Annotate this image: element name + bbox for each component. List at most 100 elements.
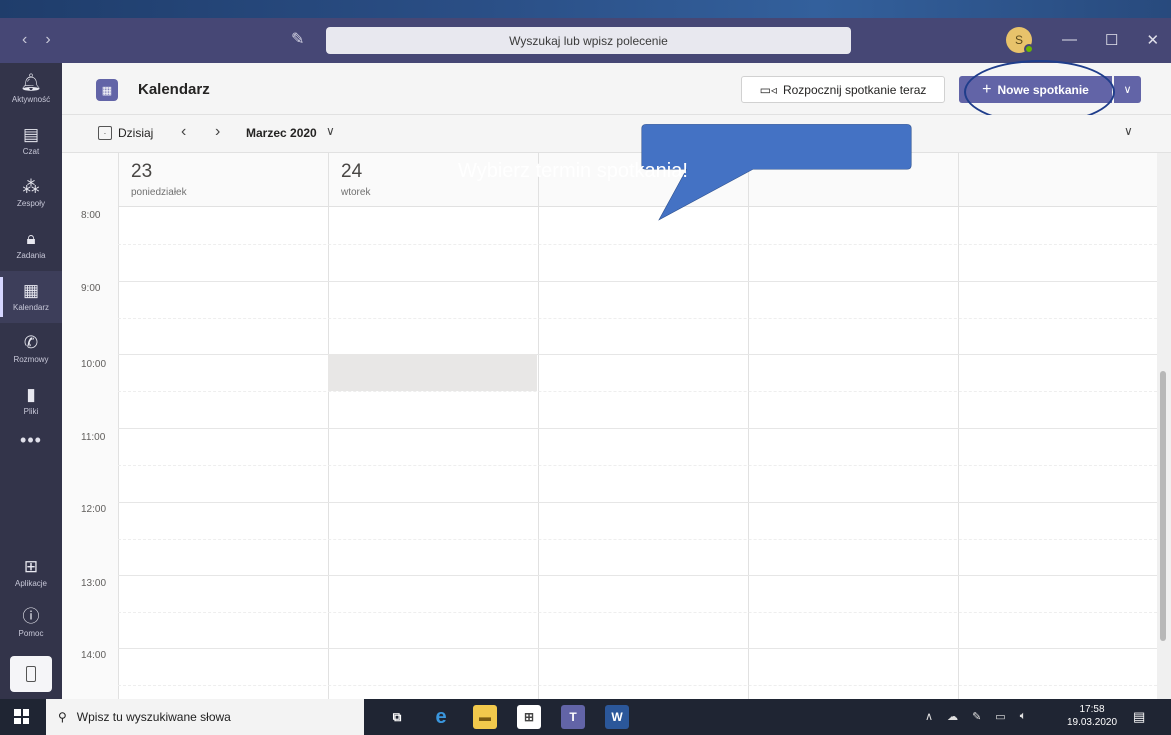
selected-time-slot[interactable] xyxy=(328,354,537,391)
chevron-down-icon[interactable]: ∨ xyxy=(326,124,335,138)
time-label: 12:00 xyxy=(81,504,107,515)
windows-start-icon[interactable] xyxy=(14,709,29,724)
calendar-icon: ▦ xyxy=(22,281,40,300)
day-name: wtorek xyxy=(341,187,371,198)
scrollbar-thumb[interactable] xyxy=(1160,371,1166,641)
taskbar-clock[interactable]: 17:58 19.03.2020 xyxy=(1066,703,1118,729)
rail-item-label: Aplikacje xyxy=(14,579,47,588)
title-bar: ‹ › ✎ Wyszukaj lub wpisz polecenie S — ☐… xyxy=(0,18,1171,63)
windows-taskbar: ⚲ Wpisz tu wyszukiwane słowa ⧉ e ▬ ⊞ T W… xyxy=(0,699,1171,735)
back-arrow-icon[interactable]: ‹ xyxy=(22,31,27,49)
desktop-background xyxy=(0,0,1171,18)
time-label: 9:00 xyxy=(81,283,101,294)
previous-week-icon[interactable]: ‹ xyxy=(181,123,186,141)
battery-icon[interactable]: ▭ xyxy=(995,710,1005,723)
day-number: 24 xyxy=(341,161,363,182)
time-label: 13:00 xyxy=(81,578,107,589)
rail-item-calendar[interactable]: ▦ Kalendarz xyxy=(0,271,62,323)
half-hour-line xyxy=(118,685,1157,686)
more-apps-icon[interactable]: ••• xyxy=(0,430,62,451)
notification-center-icon[interactable]: ▤ xyxy=(1133,709,1145,725)
search-icon: ⚲ xyxy=(58,710,67,724)
close-icon[interactable]: ✕ xyxy=(1146,31,1159,49)
rail-item-teams[interactable]: ⁂ Zespoły xyxy=(0,167,62,219)
bell-icon: 🔔︎ xyxy=(20,73,42,92)
rail-item-label: Pomoc xyxy=(18,629,44,638)
command-search-input[interactable]: Wyszukaj lub wpisz polecenie xyxy=(326,27,851,54)
day-header[interactable]: 23 poniedziałek xyxy=(118,153,328,207)
taskbar-search-input[interactable]: ⚲ Wpisz tu wyszukiwane słowa xyxy=(46,699,364,735)
phone-icon: ✆ xyxy=(23,333,39,352)
minimize-icon[interactable]: — xyxy=(1062,31,1077,49)
task-view-icon[interactable]: ⧉ xyxy=(385,705,409,729)
today-button[interactable]: · Dzisiaj xyxy=(98,126,153,140)
hour-line xyxy=(118,648,1157,649)
rail-item-calls[interactable]: ✆ Rozmowy xyxy=(0,323,62,375)
system-tray: ∧ ☁ ✎ ▭ 🔈︎ xyxy=(925,710,1026,723)
hour-line xyxy=(118,428,1157,429)
day-name: poniedziałek xyxy=(131,187,187,198)
word-icon[interactable]: W xyxy=(605,705,629,729)
file-explorer-icon[interactable]: ▬ xyxy=(473,705,497,729)
compose-icon[interactable]: ✎ xyxy=(291,29,304,49)
mobile-app-button[interactable] xyxy=(10,656,52,692)
new-meeting-dropdown-button[interactable]: ∨ xyxy=(1114,76,1141,103)
rail-item-label: Czat xyxy=(22,147,40,156)
presence-status-icon xyxy=(1024,44,1034,54)
teams-taskbar-icon[interactable]: T xyxy=(561,705,585,729)
clock-date: 19.03.2020 xyxy=(1066,717,1118,728)
history-nav: ‹ › xyxy=(22,31,51,49)
day-number: 23 xyxy=(131,161,153,182)
tasks-icon: 🔒︎ xyxy=(26,229,36,248)
file-icon: ▮ xyxy=(26,385,36,404)
pen-icon[interactable]: ✎ xyxy=(972,710,981,723)
video-camera-icon: ▭◃ xyxy=(759,82,777,97)
next-week-icon[interactable]: › xyxy=(215,123,220,141)
volume-icon[interactable]: 🔈︎ xyxy=(1020,710,1027,723)
calendar-app-icon: ▦ xyxy=(96,79,118,101)
half-hour-line xyxy=(118,391,1157,392)
rail-item-label: Zespoły xyxy=(16,199,45,208)
clock-time: 17:58 xyxy=(1079,704,1105,715)
half-hour-line xyxy=(118,318,1157,319)
forward-arrow-icon[interactable]: › xyxy=(45,31,50,49)
rail-item-label: Rozmowy xyxy=(13,355,49,364)
callout-text: Wybierz termin spotkania! xyxy=(458,160,688,182)
rail-item-apps[interactable]: ⊞ Aplikacje xyxy=(0,547,62,599)
window-controls: — ☐ ✕ xyxy=(1062,31,1159,49)
rail-item-files[interactable]: ▮ Pliki xyxy=(0,375,62,427)
onedrive-icon[interactable]: ☁ xyxy=(947,710,958,723)
rail-item-label: Kalendarz xyxy=(12,303,50,312)
rail-item-chat[interactable]: ▤ Czat xyxy=(0,115,62,167)
vertical-scrollbar[interactable] xyxy=(1157,153,1171,699)
month-picker[interactable]: Marzec 2020 xyxy=(246,126,317,140)
today-label: Dzisiaj xyxy=(118,126,154,140)
teams-icon: ⁂ xyxy=(22,177,40,196)
time-label: 14:00 xyxy=(81,650,107,661)
edge-icon[interactable]: e xyxy=(429,705,453,729)
view-switcher-chevron-icon[interactable]: ∨ xyxy=(1124,124,1133,138)
taskbar-search-placeholder: Wpisz tu wyszukiwane słowa xyxy=(76,710,231,724)
rail-item-help[interactable]: ⓘ Pomoc xyxy=(0,597,62,649)
time-label: 10:00 xyxy=(81,359,107,370)
app-rail: 🔔︎ Aktywność ▤ Czat ⁂ Zespoły 🔒︎ Zadania… xyxy=(0,63,62,699)
time-column: 8:00 9:00 10:00 11:00 12:00 13:00 14:00 xyxy=(62,153,118,699)
calendar-header: ▦ Kalendarz ▭◃ Rozpocznij spotkanie tera… xyxy=(62,60,1171,124)
today-icon: · xyxy=(98,126,112,140)
rail-item-tasks[interactable]: 🔒︎ Zadania xyxy=(0,219,62,271)
meet-now-label: Rozpocznij spotkanie teraz xyxy=(782,82,927,97)
store-icon[interactable]: ⊞ xyxy=(517,705,541,729)
rail-item-label: Zadania xyxy=(16,251,46,260)
time-label: 11:00 xyxy=(81,432,106,443)
hour-line xyxy=(118,281,1157,282)
half-hour-line xyxy=(118,539,1157,540)
chevron-down-icon: ∨ xyxy=(1123,84,1132,96)
chevron-up-icon[interactable]: ∧ xyxy=(925,710,933,723)
meet-now-button[interactable]: ▭◃ Rozpocznij spotkanie teraz xyxy=(741,76,945,103)
half-hour-line xyxy=(118,612,1157,613)
maximize-icon[interactable]: ☐ xyxy=(1105,31,1118,49)
help-icon: ⓘ xyxy=(22,607,40,626)
rail-item-label: Aktywność xyxy=(11,95,51,104)
rail-item-activity[interactable]: 🔔︎ Aktywność xyxy=(0,63,62,115)
half-hour-line xyxy=(118,244,1157,245)
